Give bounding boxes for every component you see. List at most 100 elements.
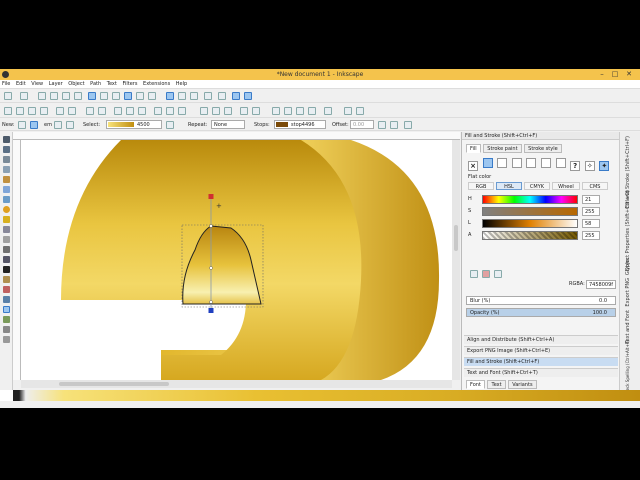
- undo-icon[interactable]: [86, 107, 94, 115]
- flip-vertical-icon[interactable]: [74, 92, 82, 100]
- connector-tool-icon[interactable]: [3, 336, 10, 343]
- hue-value[interactable]: 21: [582, 195, 600, 204]
- gradient-edit-icon[interactable]: [166, 121, 174, 129]
- pen-tool-icon[interactable]: [3, 246, 10, 253]
- ungroup-icon[interactable]: [252, 107, 260, 115]
- export-icon[interactable]: [68, 107, 76, 115]
- unset-paint-icon[interactable]: ?: [570, 161, 581, 171]
- panel-text-font[interactable]: Text and Font (Shift+Ctrl+T): [464, 368, 618, 377]
- tab-fill[interactable]: Fill: [466, 144, 481, 153]
- linear-gradient-paint-icon[interactable]: [497, 158, 508, 168]
- new-document-icon[interactable]: [4, 107, 12, 115]
- sidetab-check-spelling[interactable]: Check Spelling (Ctrl+Alt+K): [625, 340, 630, 396]
- save-icon[interactable]: [28, 107, 36, 115]
- calligraphy-tool-icon[interactable]: [3, 256, 10, 263]
- minimize-button[interactable]: –: [596, 70, 608, 79]
- flip-horizontal-icon[interactable]: [62, 92, 70, 100]
- blur-field[interactable]: Blur (%) 0.0: [466, 296, 616, 305]
- saturation-slider[interactable]: [482, 207, 578, 216]
- print-icon[interactable]: [40, 107, 48, 115]
- horizontal-scrollbar[interactable]: [21, 380, 452, 388]
- measure-tool-icon[interactable]: [3, 176, 10, 183]
- stops-combo[interactable]: stop4496: [274, 120, 326, 129]
- panel-align-distribute[interactable]: Align and Distribute (Shift+Ctrl+A): [464, 335, 618, 344]
- selector-tool-icon[interactable]: [3, 136, 10, 143]
- snap-center-icon[interactable]: [178, 92, 186, 100]
- snap-guide-icon[interactable]: [244, 92, 252, 100]
- document-properties-icon[interactable]: [356, 107, 364, 115]
- offset-field[interactable]: 0.00: [350, 120, 374, 129]
- menu-layer[interactable]: Layer: [47, 80, 65, 88]
- tab-variants[interactable]: Variants: [508, 380, 537, 389]
- gradient-tool-icon[interactable]: [3, 306, 10, 313]
- fill-stroke-icon[interactable]: [272, 107, 280, 115]
- horizontal-scroll-thumb[interactable]: [59, 382, 169, 386]
- eraser-tool-icon[interactable]: [3, 286, 10, 293]
- lightness-slider[interactable]: [482, 219, 578, 228]
- mode-cms-tab[interactable]: CMS: [582, 182, 608, 190]
- menu-object[interactable]: Object: [66, 80, 86, 88]
- rotate-ccw-icon[interactable]: [38, 92, 46, 100]
- radial-gradient-paint-icon[interactable]: [511, 158, 522, 168]
- color-palette[interactable]: [0, 390, 640, 401]
- lightness-value[interactable]: 58: [582, 219, 600, 228]
- spray-tool-icon[interactable]: [3, 276, 10, 283]
- alpha-slider[interactable]: [482, 231, 578, 240]
- swatch-paint-icon[interactable]: [555, 158, 566, 168]
- close-button[interactable]: ✕: [623, 70, 635, 79]
- copy-icon[interactable]: [114, 107, 122, 115]
- cut-icon[interactable]: [126, 107, 134, 115]
- pattern-paint-icon[interactable]: [540, 158, 551, 168]
- hue-slider[interactable]: [482, 195, 578, 204]
- panel-fill-stroke[interactable]: Fill and Stroke (Shift+Ctrl+F): [464, 357, 618, 366]
- ellipse-tool-icon[interactable]: [3, 206, 10, 213]
- menu-edit[interactable]: Edit: [14, 80, 28, 88]
- mode-hsl-tab[interactable]: HSL: [496, 182, 522, 190]
- menu-filters[interactable]: Filters: [120, 80, 139, 88]
- fill-rule-evenodd-icon[interactable]: ✧: [584, 161, 595, 171]
- mode-cmyk-tab[interactable]: CMYK: [524, 182, 550, 190]
- star-tool-icon[interactable]: [3, 216, 10, 223]
- fill-rule-nonzero-icon[interactable]: ✦: [599, 161, 610, 171]
- open-file-icon[interactable]: [16, 107, 24, 115]
- radial-gradient-icon[interactable]: [30, 121, 38, 129]
- mode-wheel-tab[interactable]: Wheel: [552, 182, 580, 190]
- align-distribute-icon[interactable]: [324, 107, 332, 115]
- redo-icon[interactable]: [98, 107, 106, 115]
- menu-path[interactable]: Path: [88, 80, 103, 88]
- saturation-value[interactable]: 255: [582, 207, 600, 216]
- stroke-target-icon[interactable]: [66, 121, 74, 129]
- gradient-select-combo[interactable]: 4500: [106, 120, 162, 129]
- mesh-gradient-paint-icon[interactable]: [526, 158, 537, 168]
- zoom-tool-icon[interactable]: [3, 166, 10, 173]
- dropper-tool-icon[interactable]: [3, 326, 10, 333]
- menu-extensions[interactable]: Extensions: [141, 80, 172, 88]
- snap-cusp-icon[interactable]: [148, 92, 156, 100]
- text-font-icon[interactable]: [284, 107, 292, 115]
- tab-font[interactable]: Font: [466, 380, 485, 389]
- alpha-value[interactable]: 255: [582, 231, 600, 240]
- tab-text[interactable]: Text: [487, 380, 506, 389]
- delete-stop-icon[interactable]: [390, 121, 398, 129]
- snap-text-baseline-icon[interactable]: [204, 92, 212, 100]
- menu-view[interactable]: View: [29, 80, 45, 88]
- select-all-icon[interactable]: [4, 92, 12, 100]
- sidetab-glyphs[interactable]: Glyphs: [625, 258, 631, 275]
- tab-stroke-style[interactable]: Stroke style: [524, 144, 562, 153]
- menu-help[interactable]: Help: [174, 80, 189, 88]
- group-icon[interactable]: [240, 107, 248, 115]
- select-same-icon[interactable]: [20, 92, 28, 100]
- mesh-tool-icon[interactable]: [3, 316, 10, 323]
- mode-rgb-tab[interactable]: RGB: [468, 182, 494, 190]
- preferences-icon[interactable]: [344, 107, 352, 115]
- xml-editor-icon[interactable]: [296, 107, 304, 115]
- opacity-field[interactable]: Opacity (%) 100.0: [466, 308, 616, 317]
- paste-icon[interactable]: [138, 107, 146, 115]
- pencil-tool-icon[interactable]: [3, 236, 10, 243]
- paint-bucket-tool-icon[interactable]: [3, 296, 10, 303]
- insert-stop-icon[interactable]: [378, 121, 386, 129]
- panel-export-png[interactable]: Export PNG Image (Shift+Ctrl+E): [464, 346, 618, 355]
- menu-text[interactable]: Text: [105, 80, 119, 88]
- flat-color-icon[interactable]: [482, 158, 493, 168]
- rectangle-tool-icon[interactable]: [3, 186, 10, 193]
